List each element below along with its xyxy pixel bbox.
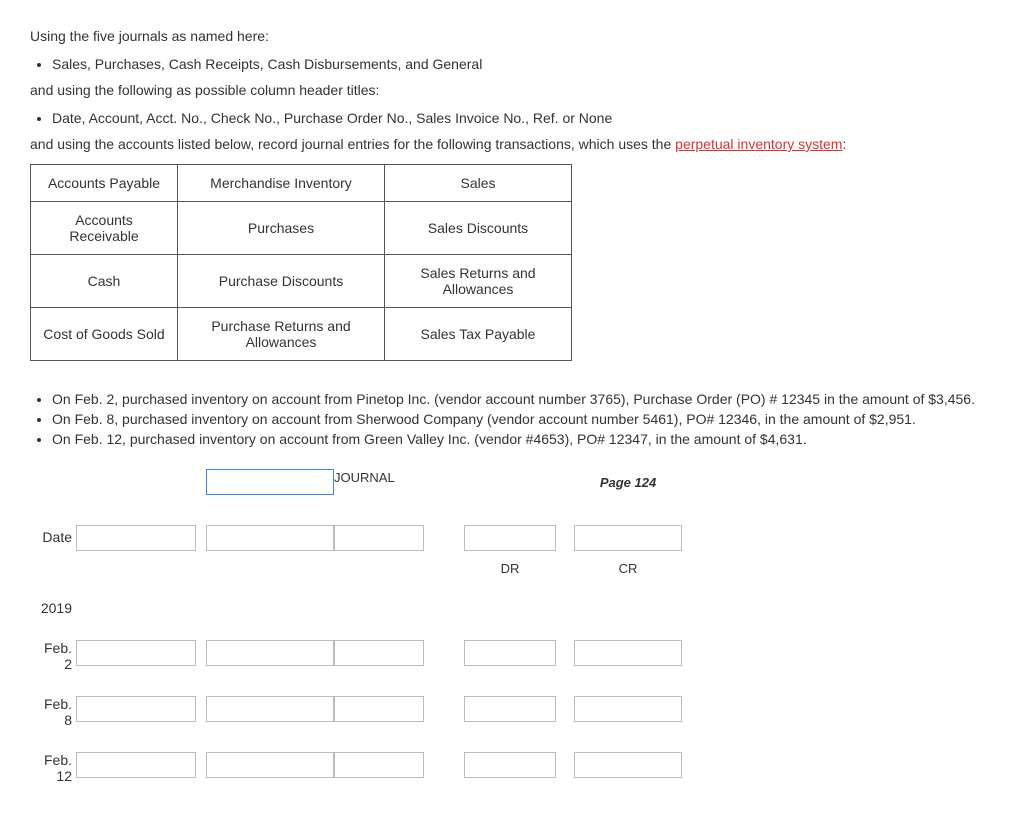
header-input-col1[interactable] <box>76 525 196 551</box>
intro-line-3-post: : <box>842 136 846 152</box>
entry-input-dr[interactable] <box>464 752 556 778</box>
dr-header: DR <box>464 561 556 576</box>
header-input-cr[interactable] <box>574 525 682 551</box>
entry-input-cr[interactable] <box>574 696 682 722</box>
page-number-label: Page 124 <box>574 469 682 490</box>
row-day: 2 <box>64 656 72 672</box>
entry-input[interactable] <box>76 752 196 778</box>
row-month: Feb. <box>44 696 72 712</box>
entry-input[interactable] <box>206 752 334 778</box>
accounts-cell: Cash <box>31 255 178 308</box>
year-label: 2019 <box>41 600 72 616</box>
transaction-item: On Feb. 2, purchased inventory on accoun… <box>52 391 991 407</box>
intro-line-2: and using the following as possible colu… <box>30 82 991 98</box>
accounts-cell: Sales Returns and Allowances <box>385 255 572 308</box>
accounts-cell: Purchase Returns and Allowances <box>178 308 385 361</box>
entry-input-cr[interactable] <box>574 640 682 666</box>
accounts-cell: Sales Tax Payable <box>385 308 572 361</box>
entry-input-dr[interactable] <box>464 640 556 666</box>
row-day: 12 <box>56 768 72 784</box>
header-input-col2[interactable] <box>206 525 334 551</box>
entry-input[interactable] <box>206 640 334 666</box>
accounts-cell: Purchases <box>178 202 385 255</box>
date-header: Date <box>42 529 72 545</box>
accounts-cell: Sales Discounts <box>385 202 572 255</box>
intro-bullet-2: Date, Account, Acct. No., Check No., Pur… <box>52 110 991 126</box>
entry-input-cr[interactable] <box>574 752 682 778</box>
entry-input[interactable] <box>206 696 334 722</box>
accounts-cell: Merchandise Inventory <box>178 165 385 202</box>
journal-grid: JOURNAL Page 124 Date DR CR 2019 <box>30 469 991 784</box>
intro-line-1: Using the five journals as named here: <box>30 28 991 44</box>
cr-header: CR <box>574 561 682 576</box>
transaction-item: On Feb. 8, purchased inventory on accoun… <box>52 411 991 427</box>
perpetual-inventory-link[interactable]: perpetual inventory system <box>675 136 842 152</box>
row-month: Feb. <box>44 752 72 768</box>
header-input-dr[interactable] <box>464 525 556 551</box>
accounts-cell: Sales <box>385 165 572 202</box>
entry-input[interactable] <box>76 640 196 666</box>
entry-input[interactable] <box>76 696 196 722</box>
row-month: Feb. <box>44 640 72 656</box>
accounts-cell: Accounts Payable <box>31 165 178 202</box>
row-day: 8 <box>64 712 72 728</box>
header-input-col3[interactable] <box>334 525 424 551</box>
intro-bullet-1: Sales, Purchases, Cash Receipts, Cash Di… <box>52 56 991 72</box>
intro-line-3-pre: and using the accounts listed below, rec… <box>30 136 675 152</box>
journal-label: JOURNAL <box>334 464 395 485</box>
accounts-cell: Purchase Discounts <box>178 255 385 308</box>
transaction-item: On Feb. 12, purchased inventory on accou… <box>52 431 991 447</box>
intro-line-3: and using the accounts listed below, rec… <box>30 136 991 152</box>
accounts-cell: Cost of Goods Sold <box>31 308 178 361</box>
accounts-table: Accounts Payable Merchandise Inventory S… <box>30 164 572 361</box>
entry-input[interactable] <box>334 640 424 666</box>
accounts-cell: Accounts Receivable <box>31 202 178 255</box>
journal-title-input[interactable] <box>206 469 334 495</box>
entry-input-dr[interactable] <box>464 696 556 722</box>
transactions-list: On Feb. 2, purchased inventory on accoun… <box>30 391 991 447</box>
entry-input[interactable] <box>334 696 424 722</box>
entry-input[interactable] <box>334 752 424 778</box>
